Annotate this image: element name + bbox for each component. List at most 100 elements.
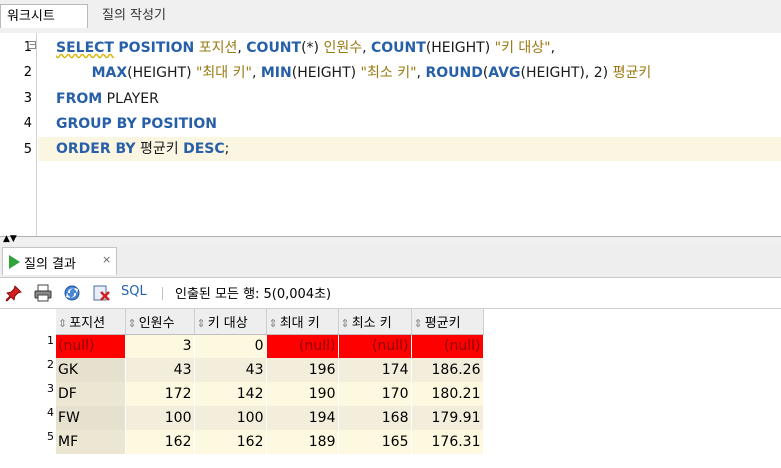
code-line: SELECT POSITION 포지션, COUNT(*) 인원수, COUNT… bbox=[56, 36, 781, 60]
sort-icon[interactable]: ⇕ bbox=[58, 317, 67, 330]
sort-icon[interactable]: ⇕ bbox=[341, 317, 350, 330]
table-cell[interactable]: 179.91 bbox=[411, 406, 484, 430]
results-tab-strip: 질의 결과 × bbox=[0, 245, 781, 278]
code-token: , bbox=[362, 40, 371, 56]
code-token: SELECT bbox=[56, 40, 114, 56]
fetch-status: 인출된 모든 행: 5(0,004초) bbox=[175, 287, 332, 302]
table-cell[interactable]: MF bbox=[56, 430, 126, 454]
table-cell[interactable]: 189 bbox=[266, 430, 339, 454]
panel-splitter[interactable]: ▲▼ bbox=[0, 234, 781, 245]
column-header[interactable]: ⇕ 포지션 bbox=[56, 309, 126, 335]
sql-button[interactable]: SQL bbox=[121, 284, 147, 299]
code-token: AVG bbox=[488, 65, 521, 81]
table-cell[interactable]: (null) bbox=[338, 334, 412, 358]
refresh-icon[interactable] bbox=[63, 284, 81, 302]
table-cell[interactable]: 186.26 bbox=[411, 358, 484, 382]
table-cell[interactable]: 180.21 bbox=[411, 382, 484, 406]
row-number[interactable]: 1 bbox=[0, 334, 56, 358]
table-cell[interactable]: 142 bbox=[194, 382, 267, 406]
code-token: 인원수 bbox=[323, 40, 363, 56]
table-row[interactable]: 1 (null) 3 0 (null) (null) (null) bbox=[0, 334, 484, 358]
table-cell[interactable]: 196 bbox=[266, 358, 339, 382]
sort-icon[interactable]: ⇕ bbox=[128, 317, 137, 330]
code-token: "최소 키" bbox=[360, 65, 417, 81]
tab-query-builder[interactable]: 질의 작성기 bbox=[96, 4, 172, 28]
sort-icon[interactable]: ⇕ bbox=[414, 317, 423, 330]
sort-icon[interactable]: ⇕ bbox=[197, 317, 206, 330]
code-token: PLAYER bbox=[102, 91, 159, 107]
table-cell[interactable]: 165 bbox=[338, 430, 412, 454]
table-cell[interactable]: 172 bbox=[125, 382, 195, 406]
table-cell[interactable]: (null) bbox=[56, 334, 126, 358]
table-cell[interactable]: 168 bbox=[338, 406, 412, 430]
code-token: COUNT bbox=[246, 40, 302, 56]
splitter-arrows-icon[interactable]: ▲▼ bbox=[3, 234, 17, 244]
table-row[interactable]: 4 FW 100 100 194 168 179.91 bbox=[0, 406, 484, 430]
code-token: (HEIGHT) bbox=[291, 65, 361, 81]
code-token: (HEIGHT) bbox=[425, 40, 495, 56]
code-token: "키 대상" bbox=[494, 40, 551, 56]
code-token: FROM bbox=[56, 91, 103, 107]
table-cell[interactable]: 3 bbox=[125, 334, 195, 358]
table-cell[interactable]: 194 bbox=[266, 406, 339, 430]
table-cell[interactable]: (null) bbox=[411, 334, 484, 358]
fold-collapse-icon[interactable]: − bbox=[28, 41, 36, 49]
corner-cell bbox=[0, 309, 56, 334]
table-cell[interactable]: 0 bbox=[194, 334, 267, 358]
export-icon[interactable] bbox=[92, 284, 110, 302]
code-token: 평균키 bbox=[135, 141, 184, 157]
table-row[interactable]: 5 MF 162 162 189 165 176.31 bbox=[0, 430, 484, 454]
table-cell[interactable]: DF bbox=[56, 382, 126, 406]
code-line: MAX(HEIGHT) "최대 키", MIN(HEIGHT) "최소 키", … bbox=[56, 61, 781, 85]
table-cell[interactable]: 162 bbox=[194, 430, 267, 454]
close-icon[interactable]: × bbox=[102, 253, 111, 266]
pin-icon[interactable] bbox=[5, 284, 23, 302]
code-line-current: ORDER BY 평균키 DESC; bbox=[38, 137, 781, 161]
column-header[interactable]: ⇕ 키 대상 bbox=[194, 309, 267, 335]
code-token: 평균키 bbox=[612, 65, 652, 81]
code-token: "최대 키" bbox=[195, 65, 252, 81]
result-table: ⇕ 포지션 ⇕ 인원수 ⇕ 키 대상 ⇕ 최대 키 ⇕ 최소 키 ⇕ 평균키 1 (null)… bbox=[0, 309, 484, 454]
table-cell[interactable]: 100 bbox=[125, 406, 195, 430]
column-header[interactable]: ⇕ 평균키 bbox=[411, 309, 484, 335]
table-cell[interactable]: (null) bbox=[266, 334, 339, 358]
column-header[interactable]: ⇕ 인원수 bbox=[125, 309, 195, 335]
line-number: 3 bbox=[23, 91, 32, 106]
table-cell[interactable]: 100 bbox=[194, 406, 267, 430]
tab-worksheet[interactable]: 워크시트 bbox=[0, 4, 88, 28]
code-token: POSITION bbox=[141, 116, 218, 132]
table-row[interactable]: 3 DF 172 142 190 170 180.21 bbox=[0, 382, 484, 406]
table-row[interactable]: 2 GK 43 43 196 174 186.26 bbox=[0, 358, 484, 382]
code-token: , bbox=[251, 65, 261, 81]
tab-query-result[interactable]: 질의 결과 × bbox=[2, 247, 117, 275]
row-number[interactable]: 4 bbox=[0, 406, 56, 430]
line-number: 5 bbox=[23, 142, 32, 157]
code-line: GROUP BY POSITION bbox=[56, 112, 781, 136]
code-token: MAX bbox=[91, 65, 128, 81]
code-token: (HEIGHT), 2) bbox=[520, 65, 613, 81]
code-token: COUNT bbox=[371, 40, 426, 56]
code-token: DESC bbox=[183, 141, 225, 157]
row-number[interactable]: 5 bbox=[0, 430, 56, 454]
table-cell[interactable]: GK bbox=[56, 358, 126, 382]
row-number[interactable]: 2 bbox=[0, 358, 56, 382]
code-token: ; bbox=[224, 141, 230, 157]
result-grid[interactable]: ⇕ 포지션 ⇕ 인원수 ⇕ 키 대상 ⇕ 최대 키 ⇕ 최소 키 ⇕ 평균키 1 (null)… bbox=[0, 309, 781, 468]
header-row: ⇕ 포지션 ⇕ 인원수 ⇕ 키 대상 ⇕ 최대 키 ⇕ 최소 키 ⇕ 평균키 bbox=[0, 309, 484, 335]
table-cell[interactable]: 162 bbox=[125, 430, 195, 454]
table-cell[interactable]: FW bbox=[56, 406, 126, 430]
line-number-gutter: 1 2 3 4 5 − bbox=[0, 33, 37, 236]
sql-editor[interactable]: 1 2 3 4 5 − SELECT POSITION 포지션, COUNT(*… bbox=[0, 33, 781, 237]
table-cell[interactable]: 43 bbox=[125, 358, 195, 382]
table-cell[interactable]: 170 bbox=[338, 382, 412, 406]
table-cell[interactable]: 43 bbox=[194, 358, 267, 382]
print-icon[interactable] bbox=[34, 284, 52, 302]
row-number[interactable]: 3 bbox=[0, 382, 56, 406]
table-cell[interactable]: 174 bbox=[338, 358, 412, 382]
table-cell[interactable]: 190 bbox=[266, 382, 339, 406]
column-header[interactable]: ⇕ 최소 키 bbox=[338, 309, 412, 335]
table-cell[interactable]: 176.31 bbox=[411, 430, 484, 454]
column-header[interactable]: ⇕ 최대 키 bbox=[266, 309, 339, 335]
sort-icon[interactable]: ⇕ bbox=[269, 317, 278, 330]
